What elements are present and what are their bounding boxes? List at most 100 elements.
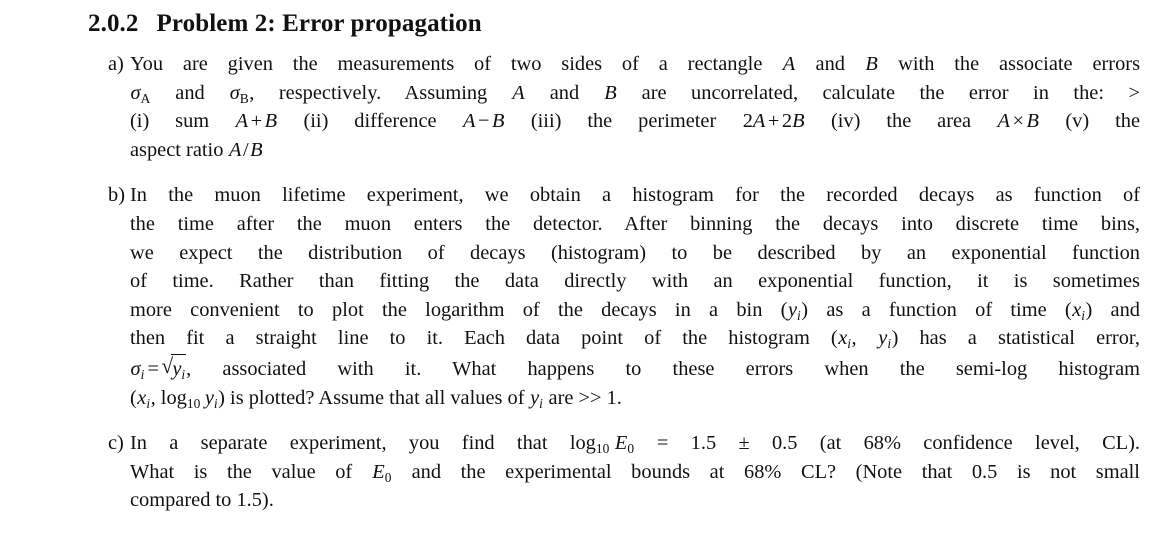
x-glyph: x [137, 386, 147, 409]
subscript-A: A [140, 90, 151, 106]
operand: B [250, 138, 263, 161]
math-aspect-ratio-expression: A/B [229, 139, 264, 161]
subscript-i: i [181, 366, 186, 382]
problem-c-line-2: What is the value of E0 and the experime… [130, 458, 1140, 487]
problem-c-line-3: compared to 1.5). [130, 489, 274, 512]
math-E-0: E0 [614, 432, 635, 456]
subscript-i: i [847, 336, 852, 352]
text-run: (i) sum [130, 110, 236, 133]
problem-body-b: In the muon lifetime experiment, we obta… [130, 181, 1140, 412]
math-sqrt-y-i: √ yi [161, 353, 187, 384]
E-glyph: E [614, 432, 628, 455]
math-x-i: xi [838, 327, 852, 352]
problem-b-line-4: of time. Rather than fitting the data di… [130, 270, 1140, 293]
operand: A [229, 138, 242, 161]
subscript-i: i [887, 336, 892, 352]
math-difference-expression: A − B [462, 110, 504, 132]
text-run: In a separate experiment, you find that … [130, 432, 596, 455]
subscript-B: B [239, 90, 249, 106]
operand: B [491, 110, 505, 133]
operand: A [462, 110, 476, 133]
subscript-i: i [140, 366, 145, 382]
problem-c-line-1: In a separate experiment, you find that … [130, 429, 1140, 458]
math-variable-A: A [782, 53, 796, 75]
text-run: are uncorrelated, calculate the error in… [617, 81, 1129, 104]
much-greater-operator: >> [578, 386, 602, 409]
equals-operator: = [147, 357, 159, 380]
sigma-glyph: σ [229, 81, 240, 104]
problem-label-c: c) [108, 432, 124, 455]
text-run: , respectively. Assuming [249, 81, 512, 104]
math-E-0: E0 [372, 461, 392, 485]
minus-operator: − [477, 110, 490, 133]
x-glyph: x [1072, 298, 1082, 321]
problem-b-line-7: σi = √ yi, associated with it. What happens… [130, 353, 1140, 384]
text-run: ( [130, 386, 137, 409]
sigma-glyph: σ [130, 81, 141, 104]
operand: A [235, 110, 249, 133]
operand: A [997, 110, 1010, 133]
math-sum-expression: A + B [235, 110, 277, 132]
math-variable-B: B [604, 81, 617, 104]
radicand: yi [171, 353, 187, 384]
y-glyph: y [787, 298, 798, 321]
radical-sign-icon: √ [161, 353, 174, 378]
coefficient: 2 [742, 110, 753, 133]
text-run: with the associate errors [878, 53, 1141, 75]
subscript-0: 0 [627, 440, 635, 456]
subscript-i: i [146, 395, 151, 411]
log-label: , log [150, 386, 187, 409]
text-run: are [543, 386, 579, 409]
y-glyph: y [530, 386, 540, 409]
subscript-0: 0 [384, 469, 392, 485]
text-run: (iii) the perimeter [504, 110, 743, 133]
text-run: 1. [601, 386, 622, 409]
math-perimeter-expression: 2A +2B [742, 110, 805, 132]
x-glyph: x [838, 327, 848, 350]
log-base-subscript: 10 [186, 395, 201, 411]
problem-b-line-8: (xi, log10 yi) is plotted? Assume that al… [130, 384, 1140, 413]
y-glyph: y [204, 386, 214, 409]
text-run: What is the value of [130, 460, 372, 483]
problem-a-line-3: (i) sum A + B (ii) difference A − B (iii) th… [130, 107, 1140, 136]
text-run: ) and [1085, 298, 1141, 321]
text-run: 0.5 (at 68% confidence level, CL). [749, 432, 1141, 455]
math-x-i: xi [1072, 298, 1086, 323]
math-y-i: yi [878, 327, 892, 352]
section-title: Problem 2: Error propagation [156, 10, 482, 37]
operand: B [792, 110, 805, 133]
text-run: (iv) the area [805, 110, 998, 133]
problem-item-c: c) In a separate experiment, you find th… [88, 429, 1140, 515]
text-run: and [525, 81, 604, 104]
text-run: and [795, 53, 865, 75]
text-run: ) is plotted? Assume that all values of [218, 386, 530, 409]
math-y-i: yi [787, 298, 801, 322]
math-variable-A: A [512, 81, 525, 104]
math-x-i: xi [137, 386, 151, 411]
text-run: , associated with it. What happens to th… [186, 357, 1140, 380]
divide-operator: / [242, 138, 249, 161]
problem-body-a: You are given the measurements of two si… [130, 50, 1140, 164]
math-y-i: yi [530, 386, 544, 410]
text-run: ) has a statistical error, [891, 327, 1140, 350]
problem-a-line-4: aspect ratio A/B [130, 136, 1140, 165]
text-run: You are given the measurements of two si… [130, 53, 783, 75]
text-run: and the experimental bounds at 68% CL? (… [392, 460, 1140, 483]
section-number: 2.0.2 [88, 10, 139, 37]
text-run: , [851, 327, 878, 350]
problem-item-b: b) In the muon lifetime experiment, we o… [88, 181, 1140, 412]
plus-minus-operator: ± [738, 432, 750, 455]
text-run: ) as a function of time ( [801, 298, 1072, 321]
text-run: aspect ratio [130, 138, 229, 161]
problem-label-a: a) [108, 53, 124, 75]
problem-b-line-5: more convenient to plot the logarithm of… [130, 296, 1140, 325]
document-page: 2.0.2 Problem 2: Error propagation a) Yo… [0, 0, 1170, 555]
subscript-i: i [1081, 307, 1085, 323]
operand: B [1026, 110, 1039, 133]
problem-b-line-6: then fit a straight line to it. Each dat… [130, 324, 1140, 353]
math-sigma-i: σi [130, 358, 145, 382]
coefficient: 2 [781, 110, 793, 133]
text-run: (ii) difference [277, 110, 463, 133]
page-title: 2.0.2 Problem 2: Error propagation [88, 10, 1140, 38]
operand: A [752, 110, 766, 133]
